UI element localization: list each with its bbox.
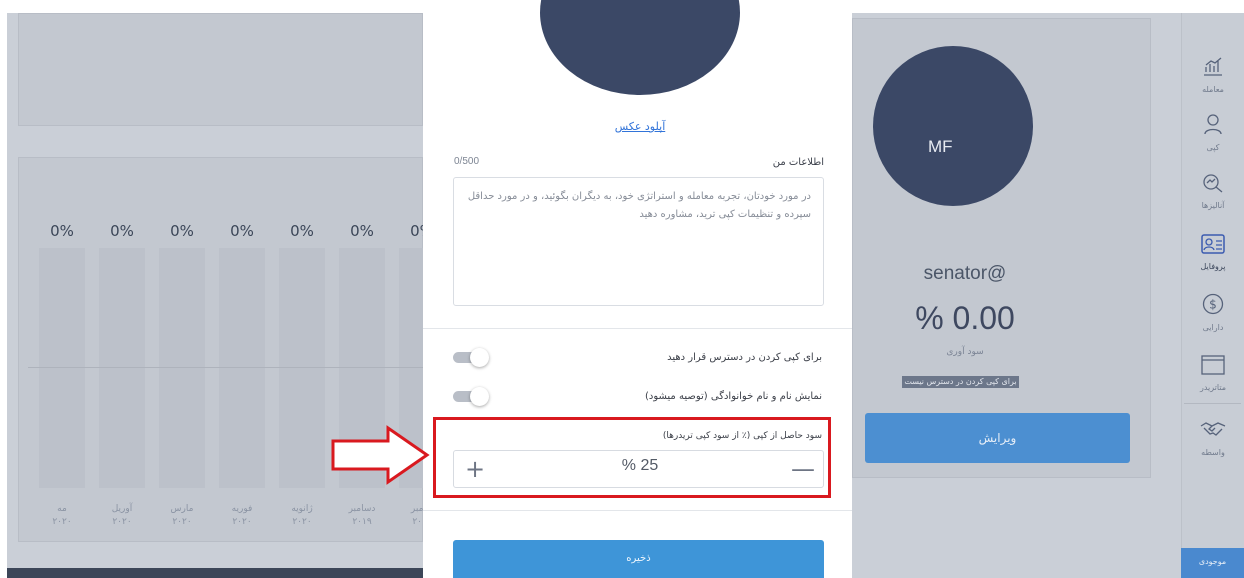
month-label: ژانویه ۲۰۲۰	[291, 504, 313, 527]
profile-card-icon	[1188, 234, 1238, 259]
profit-value: % 0.00	[915, 300, 1015, 336]
month-label: مه ۲۰۲۰	[52, 504, 72, 527]
copy-fee-value[interactable]: % 25	[580, 457, 700, 475]
modal-divider	[423, 510, 852, 511]
month-percent: 0%	[290, 222, 314, 240]
sidebar-divider	[1184, 403, 1241, 404]
svg-text:$: $	[1209, 298, 1217, 312]
upload-photo-link[interactable]: آپلود عکس	[560, 120, 720, 133]
month-bar	[39, 248, 85, 488]
info-label: اطلاعات من	[772, 157, 824, 168]
chart-icon	[1188, 55, 1238, 82]
month-percent: 0%	[350, 222, 374, 240]
month-percent: 0%	[230, 222, 254, 240]
minus-icon[interactable]: —	[790, 455, 816, 483]
month-bar	[219, 248, 265, 488]
month-label: فوریه ۲۰۲۰	[231, 504, 253, 527]
window-icon	[1188, 355, 1238, 380]
month-percent: 0%	[50, 222, 74, 240]
edit-button[interactable]: ویرایش	[865, 413, 1130, 463]
month-percent: 0%	[170, 222, 194, 240]
toggle-knob	[470, 348, 489, 367]
top-left-panel	[18, 13, 423, 126]
chart-baseline	[28, 367, 423, 368]
sidebar-item-profile[interactable]: پروفایل	[1188, 234, 1238, 271]
month-label: آوریل ۲۰۲۰	[111, 504, 133, 527]
sidebar-item-broker[interactable]: واسطه	[1188, 420, 1238, 457]
char-counter: 0/500	[454, 156, 480, 167]
user-icon	[1188, 113, 1238, 140]
sidebar-item-metatrader[interactable]: متاتریدر	[1188, 355, 1238, 392]
copy-available-label: برای کپی کردن در دسترس قرار دهید	[667, 352, 822, 363]
footer-strip	[7, 568, 423, 578]
copy-fee-label: سود حاصل از کپی (٪ از سود کپی تریدرها)	[662, 431, 822, 441]
show-name-label: نمایش نام و نام خوانوادگی (توصیه میشود)	[644, 391, 822, 402]
sidebar-item-analytics[interactable]: آنالیزها	[1188, 171, 1238, 210]
month-bar	[279, 248, 325, 488]
username: senator@	[923, 263, 1007, 284]
show-name-toggle[interactable]	[453, 387, 491, 406]
avatar-initials: MF	[928, 137, 953, 156]
handshake-icon	[1188, 420, 1238, 445]
sidebar-item-copy[interactable]: کپی	[1188, 113, 1238, 152]
profit-label: سود آوری	[946, 347, 984, 357]
bio-textarea[interactable]: در مورد خودتان، تجربه معامله و استراتژی …	[453, 177, 824, 306]
month-bar	[159, 248, 205, 488]
arrow-annotation-icon	[331, 425, 430, 485]
month-percent: 0%	[110, 222, 134, 240]
dollar-icon: $	[1188, 293, 1238, 320]
plus-icon[interactable]: +	[462, 455, 488, 483]
copy-available-toggle[interactable]	[453, 348, 491, 367]
month-label: مارس ۲۰۲۰	[170, 504, 194, 527]
toggle-knob	[470, 387, 489, 406]
analytics-icon	[1188, 171, 1238, 198]
sidebar-item-assets[interactable]: $ دارایی	[1188, 293, 1238, 332]
avatar	[873, 46, 1033, 206]
sidebar-item-trade[interactable]: معامله	[1188, 55, 1238, 94]
month-bar	[99, 248, 145, 488]
month-label: دسامبر ۲۰۱۹	[348, 504, 376, 527]
save-button[interactable]: ذخیره	[453, 540, 824, 578]
status-badge: برای کپی کردن در دسترس نیست	[902, 376, 1019, 388]
balance-bar[interactable]: موجودی	[1181, 548, 1244, 578]
modal-divider	[423, 328, 852, 329]
